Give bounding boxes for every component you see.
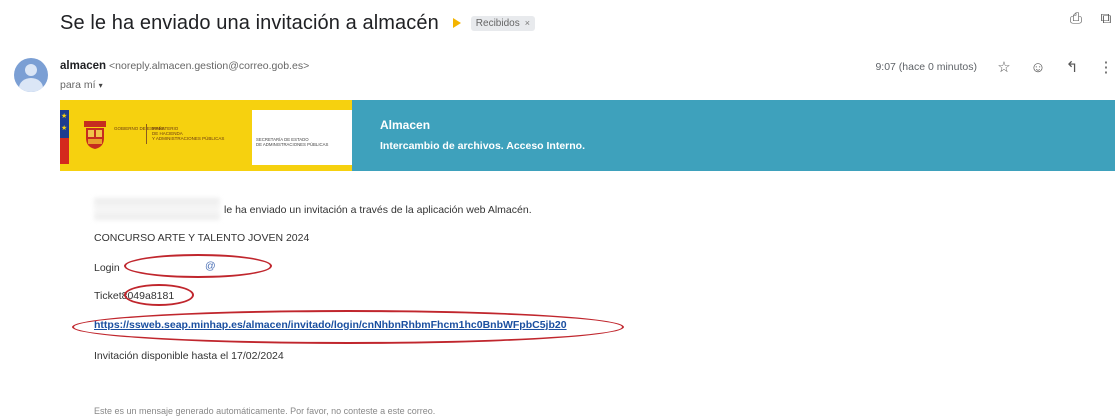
subject-row: Se le ha enviado una invitación a almacé… xyxy=(60,10,535,36)
open-in-new-icon[interactable]: ⧉ xyxy=(1097,10,1115,27)
emoji-icon[interactable]: ☺ xyxy=(1029,59,1047,76)
email-banner: ★ ★ Gobierno de España Ministerio de Hac… xyxy=(60,100,1115,171)
label-chip-close-icon[interactable]: × xyxy=(525,18,530,28)
avatar-head xyxy=(25,64,37,76)
recipient-line[interactable]: para mí ▾ xyxy=(60,79,103,91)
star-icon[interactable]: ☆ xyxy=(995,58,1013,76)
banner-title: Almacen xyxy=(380,118,431,132)
login-highlight-ellipse xyxy=(124,254,272,278)
more-icon[interactable]: ⋮ xyxy=(1097,58,1115,76)
sender-line: almacen <noreply.almacen.gestion@correo.g… xyxy=(60,60,309,72)
redacted-sender-name xyxy=(94,198,220,220)
banner-logo-area: ★ ★ Gobierno de España Ministerio de Hac… xyxy=(60,100,352,171)
reply-icon[interactable]: ↰ xyxy=(1063,58,1081,76)
availability-text: Invitación disponible hasta el 17/02/202… xyxy=(94,350,284,362)
avatar-body xyxy=(19,78,43,92)
print-icon[interactable]: ⎙ xyxy=(1067,10,1085,27)
sender-email: <noreply.almacen.gestion@correo.gob.es> xyxy=(109,60,310,72)
label-chip-text: Recibidos xyxy=(475,17,520,29)
chevron-down-icon[interactable]: ▾ xyxy=(99,81,103,90)
ministerio-line-3: y Administraciones Públicas xyxy=(152,136,225,141)
contest-name: CONCURSO ARTE Y TALENTO JOVEN 2024 xyxy=(94,232,310,244)
login-label: Login xyxy=(94,262,120,274)
message-time: 9:07 (hace 0 minutos) xyxy=(875,61,977,73)
email-subject: Se le ha enviado una invitación a almacé… xyxy=(60,11,439,34)
ticket-highlight-ellipse xyxy=(124,284,194,306)
recipient-text: para mí xyxy=(60,79,96,91)
banner-divider xyxy=(146,124,147,144)
sender-name[interactable]: almacen xyxy=(60,60,106,72)
ministerio-label: Ministerio de Hacienda y Administracione… xyxy=(152,126,224,141)
secretaria-block: Secretaría de Estado de Administraciones… xyxy=(252,110,352,165)
invitation-text: le ha enviado un invitación a través de … xyxy=(224,204,532,216)
auto-message-note: Este es un mensaje generado automáticame… xyxy=(94,406,436,416)
secretaria-label: Secretaría de Estado de Administraciones… xyxy=(256,137,328,147)
label-chip-inbox[interactable]: Recibidos × xyxy=(470,15,535,31)
eu-flag-icon: ★ ★ xyxy=(60,110,69,164)
top-toolbar: ⎙ ⧉ xyxy=(1067,10,1115,27)
banner-subtitle: Intercambio de archivos. Acceso Interno. xyxy=(380,140,586,152)
coat-of-arms-icon xyxy=(84,121,106,149)
message-actions: 9:07 (hace 0 minutos) ☆ ☺ ↰ ⋮ xyxy=(875,58,1115,77)
importance-marker-icon[interactable] xyxy=(452,18,461,28)
link-highlight-ellipse xyxy=(72,310,624,344)
avatar[interactable] xyxy=(14,58,48,92)
secretaria-line-2: de Administraciones Públicas xyxy=(256,142,329,147)
ticket-label: Ticket xyxy=(94,290,122,302)
